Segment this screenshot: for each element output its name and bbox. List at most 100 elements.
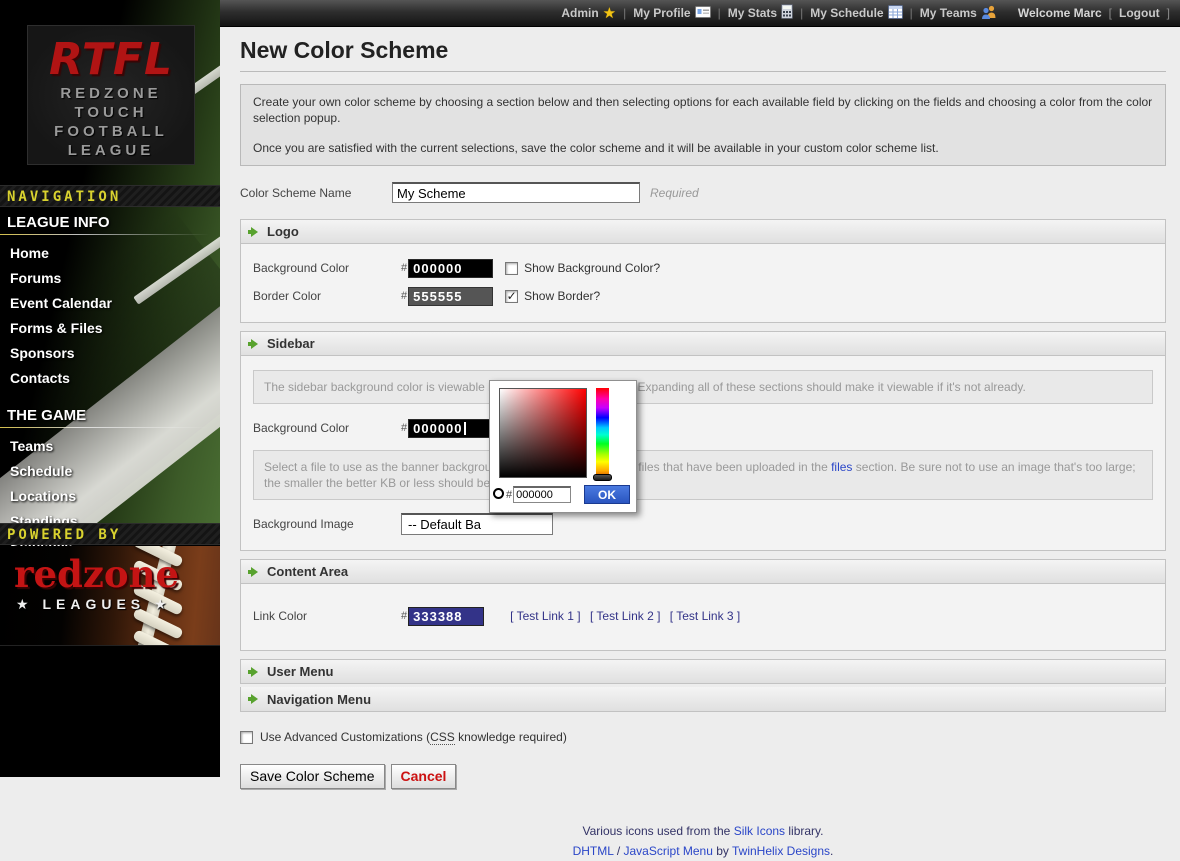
section-title-content-area: Content Area [267,564,348,579]
sidebar-background-color-row: Background Color # 000000 [253,414,1153,442]
intro-box: Create your own color scheme by choosing… [240,84,1166,166]
arrow-right-icon [251,227,258,237]
twinhelix-designs-link[interactable]: TwinHelix Designs [732,844,830,858]
field-label: Link Color [253,609,401,623]
sidebar-item-locations[interactable]: Locations [0,484,220,509]
main-content: New Color Scheme Create your own color s… [220,27,1180,777]
logout-link[interactable]: Logout [1119,6,1160,20]
color-picker-top [499,388,630,478]
sidebar: RTFL REDZONE TOUCH FOOTBALL LEAGUE NAVIG… [0,0,220,777]
hue-slider-handle[interactable] [593,474,612,481]
topbar-item-my-profile[interactable]: My Profile [633,5,710,21]
nav-gap [0,391,220,403]
hex-value-input[interactable] [513,486,571,503]
ok-button[interactable]: OK [584,485,630,504]
advanced-customizations-checkbox[interactable] [240,731,253,744]
topbar-item-my-stats[interactable]: My Stats [728,4,793,22]
note-text: Select a file to use as the banner backg… [264,460,508,474]
test-link-2[interactable]: [ Test Link 2 ] [590,609,660,623]
silk-icons-link[interactable]: Silk Icons [734,824,785,838]
topbar-item-my-teams[interactable]: My Teams [920,5,997,22]
background-image-note-box: Select a file to use as the banner backg… [253,450,1153,500]
rtfl-logo-acronym: RTFL [28,36,194,84]
color-picker-popup: # OK [489,380,637,513]
background-image-row: Background Image -- Default Ba [253,510,1153,538]
sidebar-item-event-calendar[interactable]: Event Calendar [0,291,220,316]
section-title-sidebar: Sidebar [267,336,315,351]
rtfl-logo[interactable]: RTFL REDZONE TOUCH FOOTBALL LEAGUE [27,25,195,165]
swatch-value: 555555 [413,289,462,304]
section-header-sidebar[interactable]: Sidebar [240,331,1166,356]
rtfl-logo-line: TOUCH [28,103,194,122]
section-header-content-area[interactable]: Content Area [240,559,1166,584]
footer-text: . [830,844,833,858]
topbar-my-stats-label: My Stats [728,6,777,20]
intro-paragraph: Once you are satisfied with the current … [253,140,1153,156]
section-title-logo: Logo [267,224,299,239]
dhtml-link[interactable]: DHTML [573,844,614,858]
logout-bracket: [ [1109,6,1112,20]
logo-border-color-row: Border Color # 555555 ✓ Show Border? [253,282,1153,310]
field-label: Background Color [253,421,401,435]
topbar-item-my-schedule[interactable]: My Schedule [810,4,902,22]
navigation-banner: NAVIGATION [0,185,220,207]
sidebar-nav: LEAGUE INFO Home Forums Event Calendar F… [0,210,220,559]
redzone-logo-sub: ★ LEAGUES ★ [16,596,172,613]
show-background-color-checkbox[interactable] [505,262,518,275]
hash-prefix: # [401,290,407,302]
nav-heading-the-game: THE GAME [0,403,220,427]
advanced-customizations-row: Use Advanced Customizations (CSS knowled… [240,730,1166,744]
color-cursor-circle[interactable] [493,488,504,499]
page-title: New Color Scheme [240,37,1166,72]
section-body-content-area: Link Color # 333388 [ Test Link 1 ] [ Te… [240,584,1166,651]
footer-text: Various icons used from the [583,824,734,838]
arrow-right-icon [251,694,258,704]
logo-background-color-swatch[interactable]: 000000 [408,259,493,278]
topbar-my-profile-label: My Profile [633,6,690,20]
hash-prefix: # [401,262,407,274]
footer-line-1: Various icons used from the Silk Icons l… [240,821,1166,841]
footer-text: library. [785,824,823,838]
redzone-leagues-logo[interactable]: redzone ★ LEAGUES ★ [0,546,220,646]
background-image-select[interactable]: -- Default Ba [401,513,553,535]
sidebar-background-color-swatch[interactable]: 000000 [408,419,493,438]
hue-slider[interactable] [596,388,609,478]
sidebar-note-box: The sidebar background color is viewable… [253,370,1153,404]
files-link[interactable]: files [831,460,852,474]
nav-heading-rule [0,427,220,428]
css-abbr: CSS [430,730,455,745]
javascript-menu-link[interactable]: JavaScript Menu [624,844,713,858]
saturation-value-square[interactable] [499,388,587,478]
show-border-wrap: ✓ Show Border? [505,289,600,303]
scheme-name-input[interactable] [392,182,640,203]
topbar-my-schedule-label: My Schedule [810,6,883,20]
section-header-user-menu[interactable]: User Menu [240,659,1166,684]
section-header-logo[interactable]: Logo [240,219,1166,244]
sidebar-item-sponsors[interactable]: Sponsors [0,341,220,366]
test-link-1[interactable]: [ Test Link 1 ] [510,609,580,623]
link-color-swatch[interactable]: 333388 [408,607,484,626]
footer-text: / [613,844,623,858]
sidebar-item-forms-files[interactable]: Forms & Files [0,316,220,341]
advanced-customizations-label: Use Advanced Customizations (CSS knowled… [260,730,567,744]
logo-background-color-row: Background Color # 000000 Show Backgroun… [253,254,1153,282]
rtfl-logo-line: FOOTBALL [28,122,194,141]
advanced-label-post: knowledge required) [455,730,567,744]
sidebar-item-teams[interactable]: Teams [0,434,220,459]
logo-border-color-swatch[interactable]: 555555 [408,287,493,306]
show-border-checkbox[interactable]: ✓ [505,290,518,303]
redzone-logo-name: redzone [14,554,179,594]
group-icon [981,5,997,22]
sidebar-item-forums[interactable]: Forums [0,266,220,291]
test-link-3[interactable]: [ Test Link 3 ] [670,609,740,623]
sidebar-item-contacts[interactable]: Contacts [0,366,220,391]
section-header-navigation-menu[interactable]: Navigation Menu [240,687,1166,712]
footer-text: by [713,844,732,858]
hash-prefix: # [401,422,407,434]
link-color-row: Link Color # 333388 [ Test Link 1 ] [ Te… [253,594,1153,638]
show-border-label: Show Border? [524,289,600,303]
sidebar-item-home[interactable]: Home [0,241,220,266]
test-links: [ Test Link 1 ] [ Test Link 2 ] [ Test L… [510,609,746,623]
sidebar-item-schedule[interactable]: Schedule [0,459,220,484]
topbar-item-admin[interactable]: Admin ★ [561,4,616,22]
